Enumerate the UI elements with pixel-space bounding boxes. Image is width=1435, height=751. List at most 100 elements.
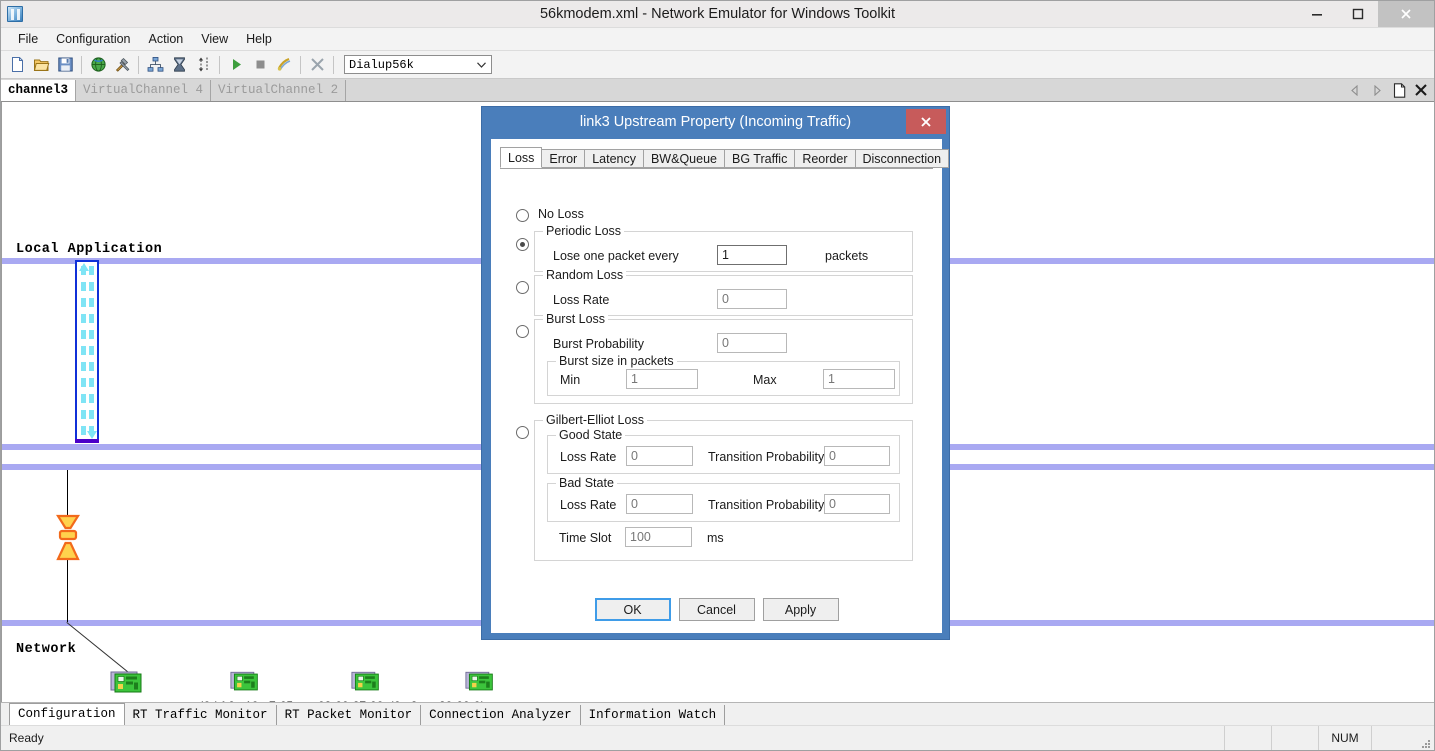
- cancel-button[interactable]: Cancel: [679, 598, 755, 621]
- link-selection-handle[interactable]: [75, 439, 99, 443]
- input-time-slot[interactable]: [625, 527, 692, 547]
- label-time-slot-unit: ms: [707, 531, 724, 545]
- dialog-tab-bg-traffic[interactable]: BG Traffic: [724, 149, 795, 168]
- input-bad-loss-rate[interactable]: [626, 494, 693, 514]
- next-channel-icon[interactable]: [1366, 79, 1388, 101]
- input-burst-probability[interactable]: [717, 333, 787, 353]
- channel-tab-virtualchannel-2[interactable]: VirtualChannel 2: [211, 80, 346, 101]
- updown-arrows-icon[interactable]: [191, 53, 215, 76]
- network-card-icon: [230, 670, 260, 694]
- radio-no-loss[interactable]: [516, 209, 529, 222]
- radio-burst-loss[interactable]: [516, 325, 529, 338]
- label-bad-loss-rate: Loss Rate: [560, 498, 616, 512]
- input-burst-min[interactable]: [626, 369, 698, 389]
- dialog-tab-loss[interactable]: Loss: [500, 147, 542, 168]
- bottom-tab-rt-packet-monitor[interactable]: RT Packet Monitor: [277, 705, 422, 725]
- maximize-button[interactable]: [1337, 1, 1378, 27]
- menu-help[interactable]: Help: [237, 30, 281, 48]
- dialog-titlebar: link3 Upstream Property (Incoming Traffi…: [482, 107, 949, 137]
- label-good-loss-rate: Loss Rate: [560, 450, 616, 464]
- filter-node-icon[interactable]: [52, 513, 84, 568]
- globe-icon[interactable]: [86, 53, 110, 76]
- minimize-button[interactable]: [1296, 1, 1337, 27]
- group-title-burst-loss: Burst Loss: [543, 312, 608, 326]
- window-title: 56kmodem.xml - Network Emulator for Wind…: [1, 6, 1434, 22]
- nic-node-080027[interactable]: 08-00-27-00-d0-c8: [318, 670, 414, 702]
- nic-node-all-cards[interactable]: All Cards: [90, 670, 164, 702]
- channel-tab-nav: [1344, 79, 1432, 101]
- close-button[interactable]: [1378, 1, 1434, 27]
- tools-icon[interactable]: [110, 53, 134, 76]
- link-downstream-dashes: [89, 266, 94, 436]
- bottom-tab-configuration[interactable]: Configuration: [9, 703, 125, 725]
- menu-action[interactable]: Action: [140, 30, 193, 48]
- stop-icon[interactable]: [248, 53, 272, 76]
- save-icon[interactable]: [53, 53, 77, 76]
- toolbar-separator: [81, 56, 82, 74]
- dialog-close-button[interactable]: [906, 109, 946, 134]
- radio-random-loss[interactable]: [516, 281, 529, 294]
- input-periodic-interval[interactable]: [717, 245, 787, 265]
- link-icon[interactable]: [272, 53, 296, 76]
- dialog-tab-disconnection[interactable]: Disconnection: [855, 149, 950, 168]
- channel-tab-virtualchannel-4[interactable]: VirtualChannel 4: [76, 80, 211, 101]
- input-burst-max[interactable]: [823, 369, 895, 389]
- titlebar: 56kmodem.xml - Network Emulator for Wind…: [1, 1, 1434, 27]
- toolbar-separator: [138, 56, 139, 74]
- new-file-icon[interactable]: [5, 53, 29, 76]
- close-channel-icon[interactable]: [1410, 79, 1432, 101]
- label-good-transition-probability: Transition Probability: [708, 450, 824, 464]
- nic-node-80000b[interactable]: 80-00-0b: [439, 670, 535, 702]
- profile-combobox-value: Dialup56k: [349, 58, 414, 72]
- toolbar: Dialup56k: [1, 51, 1434, 79]
- apply-button[interactable]: Apply: [763, 598, 839, 621]
- new-channel-icon[interactable]: [1388, 79, 1410, 101]
- group-burst-loss: Burst Loss Burst Probability Burst size …: [534, 319, 913, 404]
- input-good-transition-probability[interactable]: [824, 446, 890, 466]
- label-burst-min: Min: [560, 373, 580, 387]
- radio-gilbert-elliot-loss[interactable]: [516, 426, 529, 439]
- link-downstream-arrow-icon: [87, 431, 97, 439]
- bottom-tab-information-watch[interactable]: Information Watch: [581, 705, 726, 725]
- dialog-tab-bw-queue[interactable]: BW&Queue: [643, 149, 725, 168]
- channel-tab-channel3[interactable]: channel3: [1, 80, 76, 101]
- input-good-loss-rate[interactable]: [626, 446, 693, 466]
- play-icon[interactable]: [224, 53, 248, 76]
- link-upstream-arrow-icon: [79, 263, 89, 271]
- dialog-tab-strip: Loss Error Latency BW&Queue BG Traffic R…: [500, 147, 933, 169]
- label-time-slot: Time Slot: [559, 531, 611, 545]
- open-folder-icon[interactable]: [29, 53, 53, 76]
- group-burst-size: Burst size in packets Min Max: [547, 361, 900, 396]
- group-bad-state: Bad State Loss Rate Transition Probabili…: [547, 483, 900, 522]
- prev-channel-icon[interactable]: [1344, 79, 1366, 101]
- group-title-bad-state: Bad State: [556, 476, 617, 490]
- menu-configuration[interactable]: Configuration: [47, 30, 139, 48]
- group-gilbert-elliot-loss: Gilbert-Elliot Loss Good State Loss Rate…: [534, 420, 913, 561]
- bottom-tab-connection-analyzer[interactable]: Connection Analyzer: [421, 705, 581, 725]
- dialog-body: Loss Error Latency BW&Queue BG Traffic R…: [491, 139, 942, 633]
- hourglass-icon[interactable]: [167, 53, 191, 76]
- network-tree-icon[interactable]: [143, 53, 167, 76]
- menu-view[interactable]: View: [192, 30, 237, 48]
- nic-node-d0bf9c[interactable]: d0-bf-9c-10-e7-65: [197, 670, 293, 702]
- dialog-tab-error[interactable]: Error: [541, 149, 585, 168]
- menu-file[interactable]: File: [9, 30, 47, 48]
- zone-label-network: Network: [16, 642, 76, 657]
- label-burst-max: Max: [753, 373, 777, 387]
- cut-icon[interactable]: [305, 53, 329, 76]
- label-random-loss-rate: Loss Rate: [553, 293, 609, 307]
- bottom-tab-strip: Configuration RT Traffic Monitor RT Pack…: [1, 702, 1434, 725]
- link-object-link3[interactable]: [75, 260, 99, 442]
- profile-combobox[interactable]: Dialup56k: [344, 55, 492, 74]
- network-card-icon: [465, 670, 495, 694]
- resize-grip-icon[interactable]: [1418, 726, 1434, 750]
- dialog-tab-reorder[interactable]: Reorder: [794, 149, 855, 168]
- statusbar: Ready NUM: [1, 725, 1434, 750]
- loss-tab-panel: No Loss Periodic Loss Lose one packet ev…: [491, 168, 942, 587]
- dialog-tab-latency[interactable]: Latency: [584, 149, 644, 168]
- bottom-tab-rt-traffic-monitor[interactable]: RT Traffic Monitor: [125, 705, 277, 725]
- radio-periodic-loss[interactable]: [516, 238, 529, 251]
- input-random-loss-rate[interactable]: [717, 289, 787, 309]
- ok-button[interactable]: OK: [595, 598, 671, 621]
- input-bad-transition-probability[interactable]: [824, 494, 890, 514]
